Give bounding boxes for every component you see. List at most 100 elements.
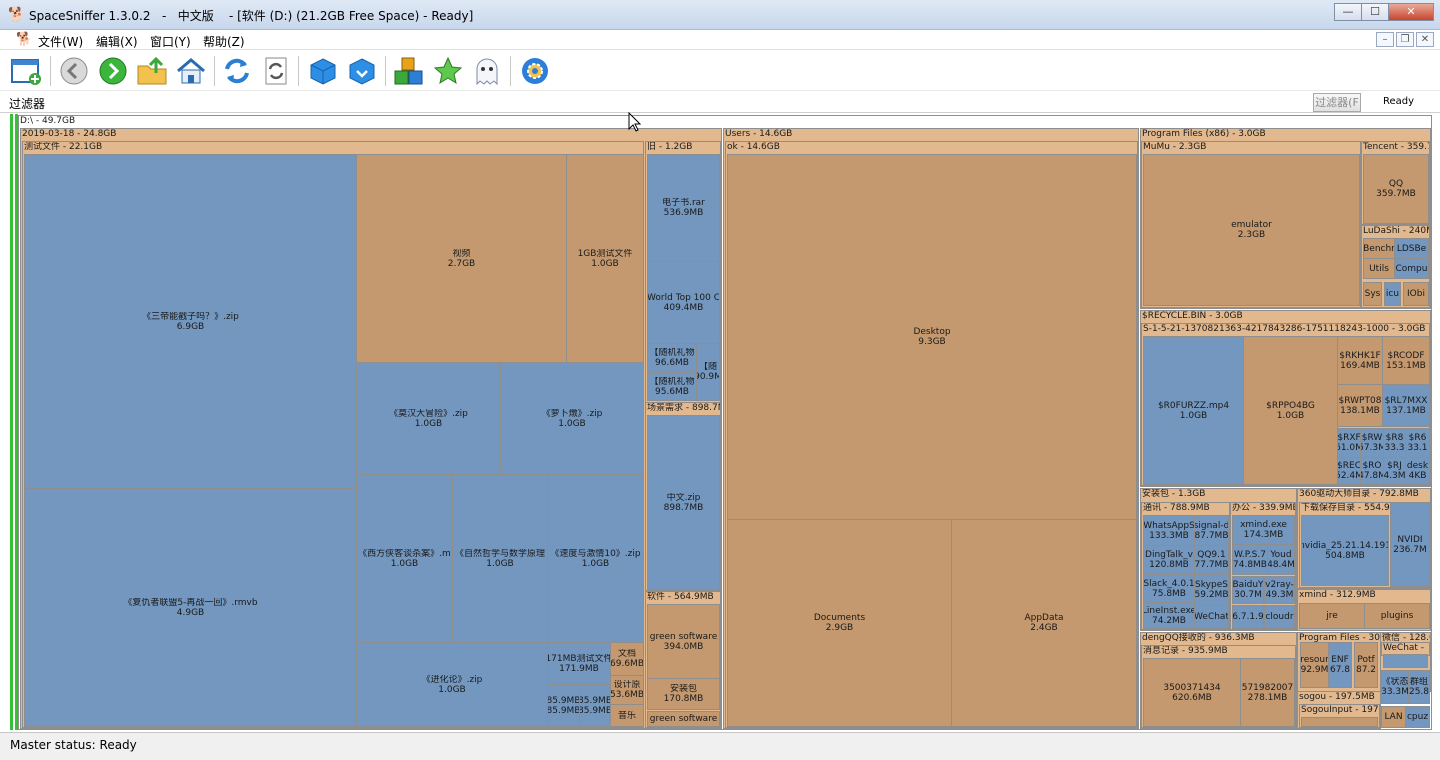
filter-input[interactable]: [60, 94, 1305, 111]
tile-file[interactable]: Compu: [1394, 258, 1429, 279]
tile-folder[interactable]: Benchr: [1363, 238, 1395, 259]
tile-file[interactable]: 【随90.9M: [696, 343, 720, 401]
minimize-button[interactable]: —: [1334, 3, 1362, 21]
tile-folder[interactable]: Potf 87.2: [1354, 642, 1378, 688]
settings-icon[interactable]: [519, 55, 551, 87]
menu-file[interactable]: 文件(W): [38, 33, 83, 50]
tile-file[interactable]: 中文.zip 898.7MB: [647, 415, 720, 590]
tile-file[interactable]: SkypeS 59.2MB: [1194, 574, 1229, 606]
close-button[interactable]: ✕: [1388, 3, 1434, 21]
tile-file[interactable]: xmind.exe 174.3MB: [1232, 515, 1295, 545]
tile-folder[interactable]: jre: [1299, 603, 1365, 629]
document-icon[interactable]: 🐕: [16, 32, 32, 47]
forward-icon[interactable]: [97, 55, 129, 87]
tile-file[interactable]: World Top 100 C 409.4MB: [647, 261, 720, 344]
tile-file[interactable]: WhatsAppS 133.3MB: [1143, 515, 1195, 546]
mdi-close-button[interactable]: ✕: [1416, 32, 1434, 47]
star-icon[interactable]: [432, 55, 464, 87]
tile-file[interactable]: Youd 48.4M: [1267, 544, 1295, 575]
tile-file[interactable]: 电子书.rar 536.9MB: [647, 154, 720, 262]
tile-file[interactable]: 群组 25.8: [1408, 670, 1430, 704]
tile-file[interactable]: 【随机礼物 95.6MB: [647, 372, 697, 401]
new-view-icon[interactable]: [10, 55, 42, 87]
tile-file[interactable]: $RL7MXX 137.1MB: [1382, 384, 1430, 427]
tile-file[interactable]: cpuz: [1405, 706, 1430, 728]
tile-folder[interactable]: Utils: [1363, 258, 1395, 279]
tile-file[interactable]: 《自然哲学与数学原理 1.0GB: [452, 474, 548, 643]
tags-icon[interactable]: [393, 55, 425, 87]
tile-file[interactable]: 6.7.1.9: [1232, 605, 1264, 629]
tile-folder[interactable]: Documents 2.9GB: [727, 519, 952, 727]
tile-file[interactable]: $R0FURZZ.mp4 1.0GB: [1143, 336, 1244, 485]
tile-folder[interactable]: 视频 2.7GB: [356, 154, 567, 363]
tile-file[interactable]: [1383, 654, 1428, 668]
tile-file[interactable]: nvidia_25.21.14.191 504.8MB: [1301, 515, 1389, 586]
tile-folder[interactable]: 文档 69.6MB: [610, 642, 644, 676]
menu-window[interactable]: 窗口(Y): [150, 33, 191, 50]
tile-folder[interactable]: 571982007 278.1MB: [1240, 658, 1295, 727]
tile-file[interactable]: WeChat: [1194, 605, 1229, 629]
refresh-branch-icon[interactable]: [260, 55, 292, 87]
tile-file[interactable]: 《莫汉大冒险》.zip 1.0GB: [356, 362, 501, 475]
tile-file[interactable]: 《三帝能戳子吗？》.zip 6.9GB: [24, 154, 357, 489]
refresh-icon[interactable]: [221, 55, 253, 87]
tile-file[interactable]: $RJ 4.3M: [1383, 457, 1406, 485]
zoom-out-icon[interactable]: [346, 55, 378, 87]
tile-folder[interactable]: green software 394.0MB: [647, 604, 720, 679]
tile-file[interactable]: $RW57.3M: [1360, 428, 1384, 458]
tile-file[interactable]: $R8 33.3: [1383, 428, 1406, 458]
tile-file[interactable]: $R6 33.1: [1405, 428, 1430, 458]
home-icon[interactable]: [175, 55, 207, 87]
tile-file[interactable]: LineInst.exe 74.2MB: [1143, 602, 1195, 629]
tile-folder[interactable]: [1301, 717, 1378, 727]
tile-file[interactable]: icu: [1384, 282, 1401, 306]
tile-file[interactable]: 171MB测试文件 171.9MB: [547, 642, 611, 685]
tile-folder[interactable]: 音乐: [610, 704, 644, 727]
zoom-in-icon[interactable]: [307, 55, 339, 87]
tile-folder[interactable]: emulator 2.3GB: [1143, 154, 1360, 306]
tile-folder[interactable]: LAN: [1381, 706, 1406, 728]
tile-file[interactable]: W.P.S.7 74.8MB: [1232, 544, 1268, 575]
tile-folder[interactable]: $RPPO4BG 1.0GB: [1243, 336, 1338, 485]
tile-folder[interactable]: 3500371434 620.6MB: [1143, 658, 1241, 727]
maximize-button[interactable]: ☐: [1361, 3, 1389, 21]
tile-folder[interactable]: QQ 359.7MB: [1363, 154, 1429, 224]
tile-folder[interactable]: IObi: [1403, 282, 1429, 306]
treemap[interactable]: D:\ - 49.7GB 2019-03-18 - 24.8GB 测试文件 - …: [0, 114, 1440, 732]
tile-file[interactable]: 85.9MB 85.9MB: [579, 684, 611, 727]
tile-folder[interactable]: AppData 2.4GB: [951, 519, 1137, 727]
tile-file[interactable]: QQ9.1 77.7MB: [1194, 545, 1229, 575]
back-icon[interactable]: [58, 55, 90, 87]
tile-file[interactable]: 《状态 33.3M: [1381, 670, 1409, 704]
tile-file[interactable]: 《速度与激情10》.zip 1.0GB: [547, 474, 644, 643]
tile-folder[interactable]: 设计原 53.6MB: [610, 675, 644, 705]
mdi-restore-button[interactable]: ❐: [1396, 32, 1414, 47]
tile-file[interactable]: NVIDI 236.7M: [1390, 502, 1430, 587]
ghost-icon[interactable]: [471, 55, 503, 87]
tile-file[interactable]: cloudr: [1264, 605, 1295, 629]
tile-folder[interactable]: green software: [647, 711, 720, 727]
tile-file[interactable]: 《复仇者联盟5-再战一回》.rmvb 4.9GB: [24, 488, 357, 727]
tile-folder[interactable]: plugins: [1364, 603, 1430, 629]
tile-file[interactable]: signal-d 87.7MB: [1194, 515, 1229, 546]
filter-button[interactable]: 过滤器(F: [1313, 93, 1361, 112]
tile-file[interactable]: desk 4KB: [1405, 457, 1430, 485]
tile-file[interactable]: Slack_4.0.1 75.8MB: [1143, 574, 1195, 603]
tile-file[interactable]: $REC52.4M: [1337, 457, 1361, 485]
tile-file[interactable]: BaiduY 30.7M: [1232, 576, 1264, 604]
tile-file[interactable]: 85.9MB 85.9MB: [547, 684, 580, 727]
tile-folder[interactable]: Sys: [1363, 282, 1382, 306]
tile-file[interactable]: 《萝卜燉》.zip 1.0GB: [500, 362, 644, 475]
menu-help[interactable]: 帮助(Z): [203, 33, 245, 50]
tile-file[interactable]: ENF 67.8: [1328, 642, 1352, 688]
menu-edit[interactable]: 编辑(X): [96, 33, 138, 50]
tile-file[interactable]: LDSBe: [1394, 238, 1429, 259]
tile-file[interactable]: v2ray- 49.3M: [1264, 576, 1295, 604]
tile-folder[interactable]: $RWPT08 138.1MB: [1337, 384, 1383, 427]
tile-folder[interactable]: Desktop 9.3GB: [727, 154, 1137, 520]
tile-folder[interactable]: 1GB测试文件 1.0GB: [566, 154, 644, 363]
mdi-minimize-button[interactable]: –: [1376, 32, 1394, 47]
tile-file[interactable]: $RO47.8M: [1360, 457, 1384, 485]
tile-folder[interactable]: resour 92.9M: [1300, 642, 1329, 688]
tile-file[interactable]: 《进化论》.zip 1.0GB: [356, 642, 548, 727]
